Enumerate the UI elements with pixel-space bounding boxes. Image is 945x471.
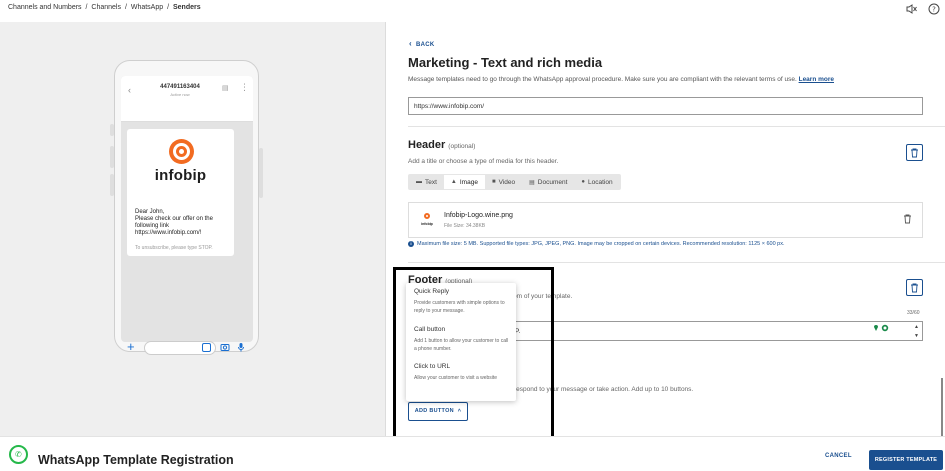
message-footer: To unsubscribe, please type STOP. [135,245,213,251]
cancel-button[interactable]: CANCEL [825,453,852,459]
chat-header: ‹ 447491163404 Active now ▤ ⋮ [121,76,253,122]
mute-icon[interactable] [905,3,917,15]
header-title: Header [408,139,446,151]
logo-text: infobip [154,167,207,184]
video-icon: ■ [491,179,496,185]
mic-icon [236,342,246,355]
whatsapp-icon: ✆ [9,445,28,464]
scroll-down-icon[interactable]: ▼ [914,333,919,339]
app-title: WhatsApp Template Registration [38,453,234,467]
document-icon: ▤ [529,179,535,186]
message-body: Dear John, Please check our offer on the… [135,209,213,236]
tab-image-label: Image [459,178,478,186]
phone-side-button [259,148,263,198]
top-bar: Channels and Numbers / Channels / WhatsA… [0,0,945,22]
breadcrumb: Channels and Numbers / Channels / WhatsA… [8,4,201,11]
footer-char-counter: 33/60 [907,310,920,316]
breadcrumb-current: Senders [173,4,201,11]
file-thumbnail: infobip [419,212,435,228]
file-size: File Size: 34.38KB [444,223,486,229]
back-label: BACK [415,42,435,48]
location-icon: ● [581,179,586,185]
message-bubble: infobip Dear John, Please check our offe… [127,129,234,256]
tab-document-label: Document [537,178,568,186]
page-description-text: Message templates need to go through the… [408,76,797,83]
tab-text-label: Text [425,178,437,186]
chevron-left-icon: ‹ [128,85,131,95]
divider [408,126,945,127]
phone-icon: ✆ [15,450,22,459]
image-icon: ▲ [450,179,457,185]
tab-video[interactable]: ■ Video [485,175,522,189]
breadcrumb-separator: / [124,4,127,11]
header-section-title: Header (optional) [408,139,475,151]
header-optional: (optional) [448,143,476,150]
breadcrumb-separator: / [85,4,88,11]
thumb-text: infobip [421,222,433,226]
camera-icon [220,342,230,355]
bottom-bar: ✆ WhatsApp Template Registration CANCEL … [0,436,945,471]
plus-icon: + [127,339,135,354]
breadcrumb-item-whatsapp[interactable]: WhatsApp [131,4,163,11]
svg-text:?: ? [932,6,936,14]
infobip-logo-icon [424,213,430,219]
delete-file-button[interactable] [903,214,912,226]
info-icon: i [408,241,414,247]
tab-text[interactable]: ▬ Text [409,175,444,189]
breadcrumb-item-channels[interactable]: Channels [91,4,121,11]
file-requirements-text: Maximum file size: 5 MB. Supported file … [417,241,785,247]
media-type-tabs: ▬ Text ▲ Image ■ Video ▤ Document ● Location [408,174,621,190]
header-description: Add a title or choose a type of media fo… [408,158,559,165]
breadcrumb-separator: / [167,4,170,11]
back-button[interactable]: ‹ BACK [409,39,435,48]
page-description: Message templates need to go through the… [408,76,834,83]
tab-document[interactable]: ▤ Document [522,175,574,189]
scroll-up-icon[interactable]: ▲ [914,324,919,330]
phone-screen: ‹ 447491163404 Active now ▤ ⋮ infobip De… [121,76,253,342]
url-input[interactable]: https://www.infobip.com/ [408,97,923,115]
delete-footer-button[interactable] [906,279,923,296]
text-icon: ▬ [416,179,422,185]
tab-location[interactable]: ● Location [574,175,619,189]
chevron-left-icon: ‹ [409,39,412,48]
chat-phone-number: 447491163404 [160,84,200,90]
chat-status: Active now [170,92,190,97]
divider [408,262,945,263]
app-root: Channels and Numbers / Channels / WhatsA… [0,0,945,471]
store-icon: ▤ [222,85,229,92]
sticker-icon [202,343,211,352]
learn-more-link[interactable]: Learn more [799,76,834,83]
footer-input[interactable] [515,321,923,341]
infobip-logo-icon [169,139,194,164]
file-requirements-info: i Maximum file size: 5 MB. Supported file… [408,241,785,247]
help-icon[interactable]: ? [928,3,940,15]
scrollbar[interactable] [941,378,943,436]
delete-header-button[interactable] [906,144,923,161]
file-name: Infobip-Logo.wine.png [444,212,513,219]
tab-image[interactable]: ▲ Image [443,175,485,189]
uploaded-file-card: infobip Infobip-Logo.wine.png File Size:… [408,202,923,238]
register-template-button[interactable]: REGISTER TEMPLATE [869,450,943,470]
tab-video-label: Video [498,178,516,186]
tab-location-label: Location [588,178,613,186]
more-icon: ⋮ [240,82,249,92]
highlight-box [393,267,554,441]
breadcrumb-item-channels-and-numbers[interactable]: Channels and Numbers [8,4,82,11]
grammar-check-icon [873,324,889,334]
page-title: Marketing - Text and rich media [408,55,603,70]
